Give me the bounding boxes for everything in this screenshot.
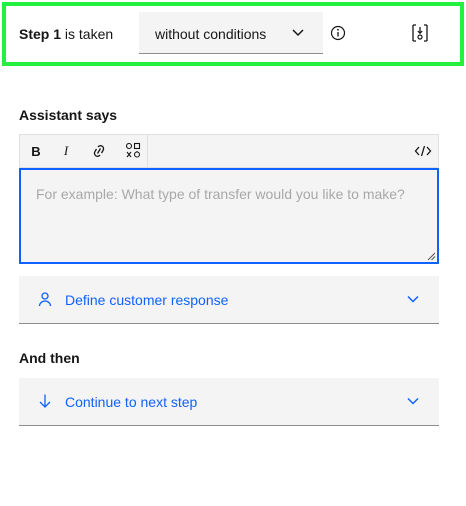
code-icon-glyph [414,145,432,157]
toolbar-divider [147,135,148,167]
variable-icon[interactable] [123,135,143,167]
define-customer-response-button[interactable]: Define customer response [19,276,439,324]
condition-value: without conditions [155,26,267,42]
link-icon[interactable] [88,135,110,167]
continue-to-next-step-label: Continue to next step [65,394,198,410]
continue-to-next-step-button[interactable]: Continue to next step [19,378,439,426]
step-suffix: is taken [61,26,114,42]
assistant-message-placeholder: For example: What type of transfer would… [36,186,405,202]
and-then-title: And then [19,350,80,366]
assistant-message-input[interactable]: For example: What type of transfer would… [19,168,439,264]
chevron-down-icon [292,29,304,37]
info-icon[interactable] [330,25,346,41]
chevron-down-icon [407,397,419,405]
define-customer-response-label: Define customer response [65,292,229,308]
code-icon[interactable] [412,135,434,167]
link-icon-glyph [93,145,105,157]
step-number: Step 1 [19,26,62,42]
arrow-down-icon [39,394,51,408]
chevron-down-icon [407,295,419,303]
editor-toolbar: B I [19,134,439,168]
variable-icon-glyph [125,142,141,158]
sort-icon[interactable] [411,23,429,43]
user-icon [38,292,52,307]
assistant-says-title: Assistant says [19,107,118,123]
step-header: Step 1 is taken without conditions [2,2,464,66]
condition-dropdown[interactable]: without conditions [139,12,323,54]
resize-handle-icon[interactable] [427,252,436,261]
italic-icon[interactable]: I [56,135,76,167]
bold-icon[interactable]: B [26,135,46,167]
step-label: Step 1 is taken [19,25,113,43]
